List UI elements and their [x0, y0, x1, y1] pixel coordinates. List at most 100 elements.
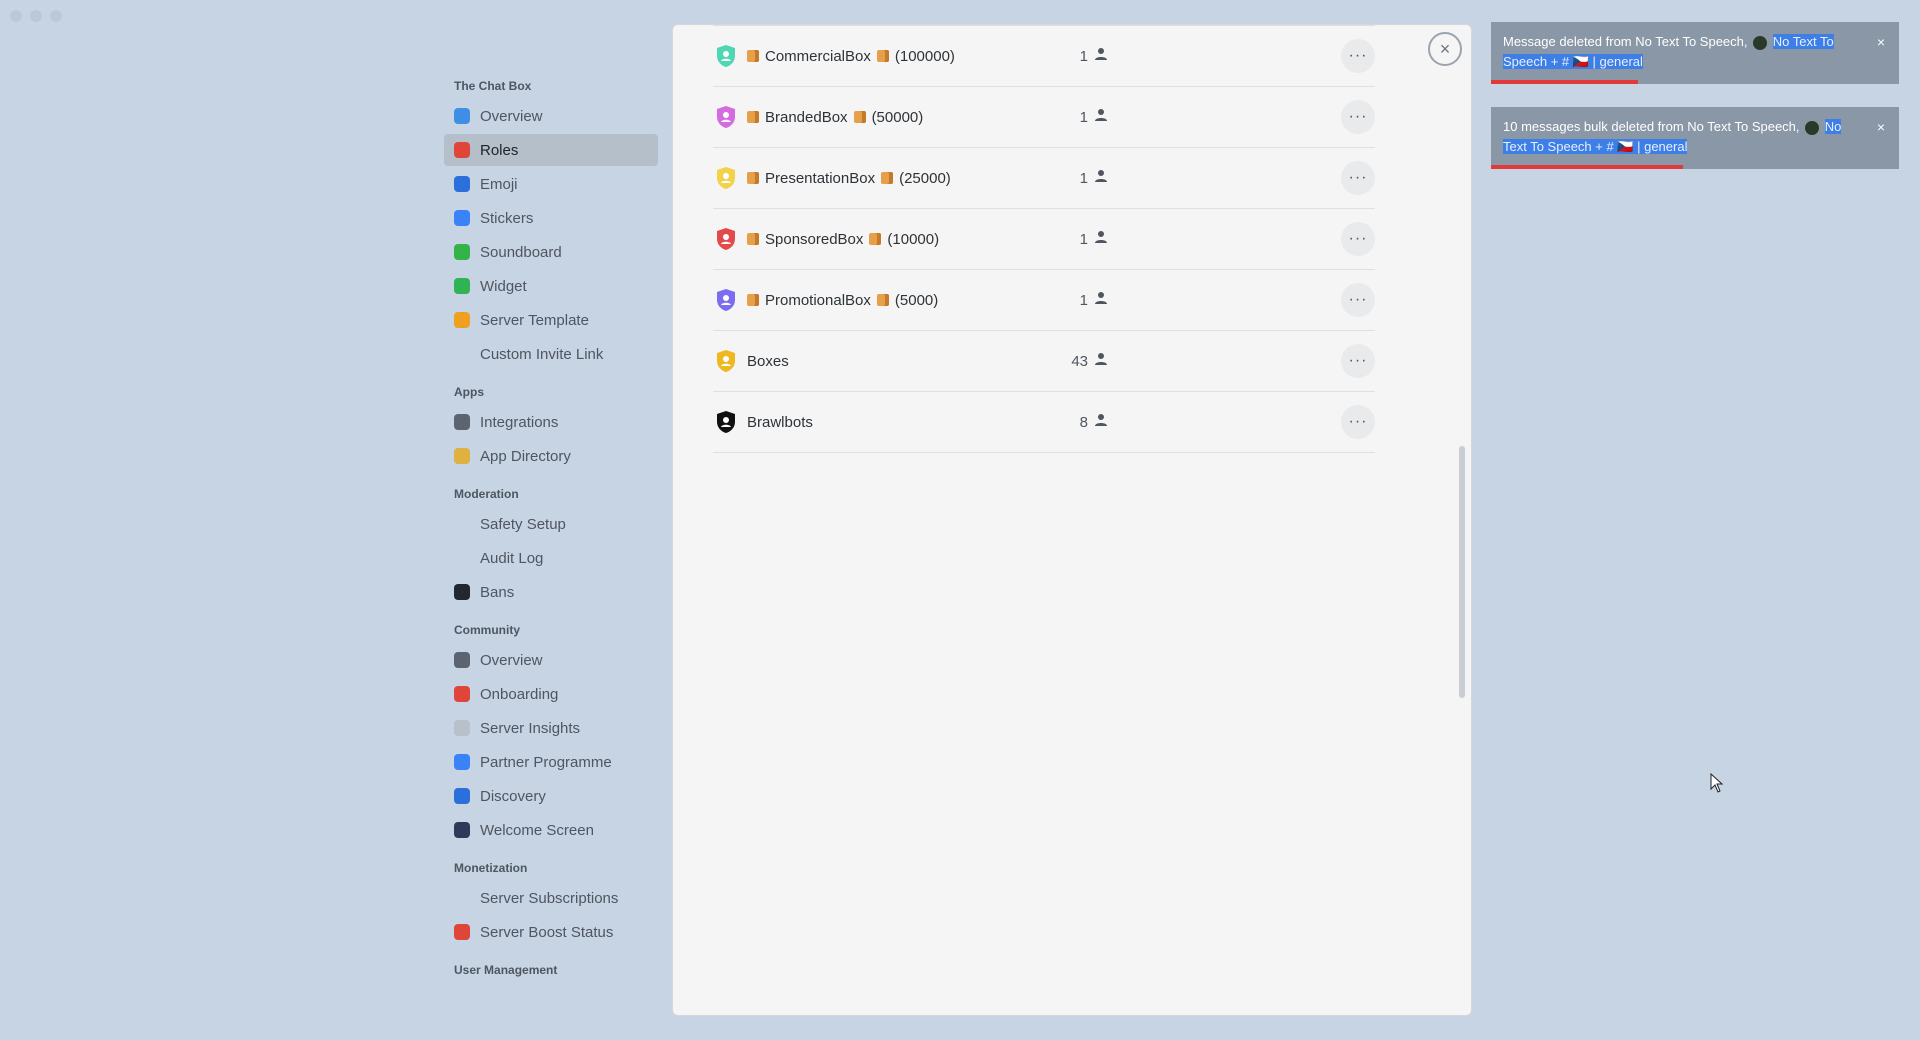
sidebar-item-server-template[interactable]: Server Template: [444, 304, 658, 336]
sidebar-item-discovery[interactable]: Discovery: [444, 780, 658, 812]
toast-progress-bar: [1491, 165, 1683, 169]
close-icon: ×: [1439, 38, 1451, 59]
sidebar-item-overview[interactable]: Overview: [444, 100, 658, 132]
sidebar-item-stickers[interactable]: Stickers: [444, 202, 658, 234]
package-icon: [876, 50, 889, 62]
roles-icon: [454, 142, 470, 158]
member-count-value: 8: [1079, 413, 1088, 431]
scrollbar-thumb[interactable]: [1459, 446, 1465, 698]
role-shield-icon: [715, 44, 737, 68]
close-modal-button[interactable]: ×: [1428, 32, 1462, 66]
sidebar-item-partner-programme[interactable]: Partner Programme: [444, 746, 658, 778]
toast-message: Message deleted from No Text To Speech,: [1503, 34, 1748, 49]
window-minimize-dot[interactable]: [30, 10, 42, 22]
sidebar-item-widget[interactable]: Widget: [444, 270, 658, 302]
sidebar-item-server-boost-status[interactable]: Server Boost Status: [444, 916, 658, 948]
role-row[interactable]: Brawlbots 8 ···: [713, 392, 1375, 453]
role-member-count[interactable]: 1: [1058, 291, 1108, 309]
role-name-text: BrandedBox: [765, 108, 848, 126]
community-overview-icon: [454, 652, 470, 668]
sidebar-item-server-subscriptions[interactable]: Server Subscriptions: [444, 882, 658, 914]
sidebar-item-roles[interactable]: Roles: [444, 134, 658, 166]
window-maximize-dot[interactable]: [50, 10, 62, 22]
sidebar-item-integrations[interactable]: Integrations: [444, 406, 658, 438]
insights-icon: [454, 720, 470, 736]
role-name-text: PromotionalBox: [765, 291, 871, 309]
role-shield-icon: [715, 105, 737, 129]
role-threshold: (5000): [894, 291, 939, 309]
package-icon: [853, 111, 866, 123]
window-controls: [10, 10, 62, 22]
role-more-button[interactable]: ···: [1341, 161, 1375, 195]
toast-close-icon[interactable]: ×: [1877, 32, 1885, 52]
package-icon: [747, 50, 759, 62]
avatar-icon: [1753, 35, 1768, 50]
person-icon: [1094, 291, 1108, 309]
sidebar-item-emoji[interactable]: Emoji: [444, 168, 658, 200]
role-member-count[interactable]: 1: [1058, 230, 1108, 248]
role-more-button[interactable]: ···: [1341, 283, 1375, 317]
role-row[interactable]: CommercialBox (100000) 1 ···: [713, 25, 1375, 87]
settings-sidebar: The Chat Box Overview Roles Emoji Stickers So…: [444, 78, 658, 984]
stickers-icon: [454, 210, 470, 226]
role-member-count[interactable]: 8: [1058, 413, 1108, 431]
sidebar-item-welcome-screen[interactable]: Welcome Screen: [444, 814, 658, 846]
mouse-cursor-icon: [1710, 773, 1724, 793]
sidebar-item-app-directory[interactable]: App Directory: [444, 440, 658, 472]
role-more-button[interactable]: ···: [1341, 222, 1375, 256]
more-dots-icon: ···: [1348, 291, 1368, 308]
sidebar-item-safety-setup[interactable]: Safety Setup: [444, 508, 658, 540]
sidebar-item-server-insights[interactable]: Server Insights: [444, 712, 658, 744]
member-count-value: 1: [1079, 291, 1088, 309]
package-icon: [881, 172, 894, 184]
more-dots-icon: ···: [1348, 413, 1368, 430]
role-row[interactable]: BrandedBox (50000) 1 ···: [713, 87, 1375, 148]
role-member-count[interactable]: 1: [1058, 169, 1108, 187]
role-row[interactable]: SponsoredBox (10000) 1 ···: [713, 209, 1375, 270]
role-member-count[interactable]: 1: [1058, 108, 1108, 126]
package-icon: [747, 294, 759, 306]
sidebar-item-label: Server Boost Status: [480, 923, 614, 941]
avatar-icon: [1805, 120, 1820, 135]
sidebar-item-bans[interactable]: Bans: [444, 576, 658, 608]
sidebar-section-title: User Management: [454, 963, 558, 977]
roles-modal: CommercialBox (100000) 1 ··· BrandedBox (5000…: [672, 24, 1472, 1016]
window-close-dot[interactable]: [10, 10, 22, 22]
integrations-icon: [454, 414, 470, 430]
member-count-value: 43: [1071, 352, 1088, 370]
blank-icon-slot: [454, 890, 470, 906]
sidebar-item-overview[interactable]: Overview: [444, 644, 658, 676]
role-name: Brawlbots: [747, 414, 813, 431]
sidebar-item-audit-log[interactable]: Audit Log: [444, 542, 658, 574]
role-threshold: (100000): [894, 47, 955, 65]
role-member-count[interactable]: 43: [1058, 352, 1108, 370]
widget-icon: [454, 278, 470, 294]
sidebar-item-soundboard[interactable]: Soundboard: [444, 236, 658, 268]
blank-icon-slot: [454, 516, 470, 532]
roles-list: CommercialBox (100000) 1 ··· BrandedBox (5000…: [713, 25, 1375, 453]
role-more-button[interactable]: ···: [1341, 39, 1375, 73]
sidebar-item-label: Server Subscriptions: [480, 889, 619, 907]
role-row[interactable]: PromotionalBox (5000) 1 ···: [713, 270, 1375, 331]
sidebar-item-label: Soundboard: [480, 243, 562, 261]
partner-icon: [454, 754, 470, 770]
sidebar-item-custom-invite-link[interactable]: Custom Invite Link: [444, 338, 658, 370]
toast-notification: 10 messages bulk deleted from No Text To…: [1491, 107, 1899, 169]
role-more-button[interactable]: ···: [1341, 405, 1375, 439]
role-name-text: PresentationBox: [765, 169, 876, 187]
role-more-button[interactable]: ···: [1341, 344, 1375, 378]
role-shield-icon: [715, 227, 737, 251]
toast-notification: Message deleted from No Text To Speech, …: [1491, 22, 1899, 84]
toast-close-icon[interactable]: ×: [1877, 117, 1885, 137]
role-row[interactable]: Boxes 43 ···: [713, 331, 1375, 392]
role-more-button[interactable]: ···: [1341, 100, 1375, 134]
role-row[interactable]: PresentationBox (25000) 1 ···: [713, 148, 1375, 209]
member-count-value: 1: [1079, 230, 1088, 248]
app-directory-icon: [454, 448, 470, 464]
role-member-count[interactable]: 1: [1058, 47, 1108, 65]
person-icon: [1094, 230, 1108, 248]
package-icon: [747, 233, 759, 245]
sidebar-item-onboarding[interactable]: Onboarding: [444, 678, 658, 710]
more-dots-icon: ···: [1348, 230, 1368, 247]
role-shield-icon: [715, 288, 737, 312]
